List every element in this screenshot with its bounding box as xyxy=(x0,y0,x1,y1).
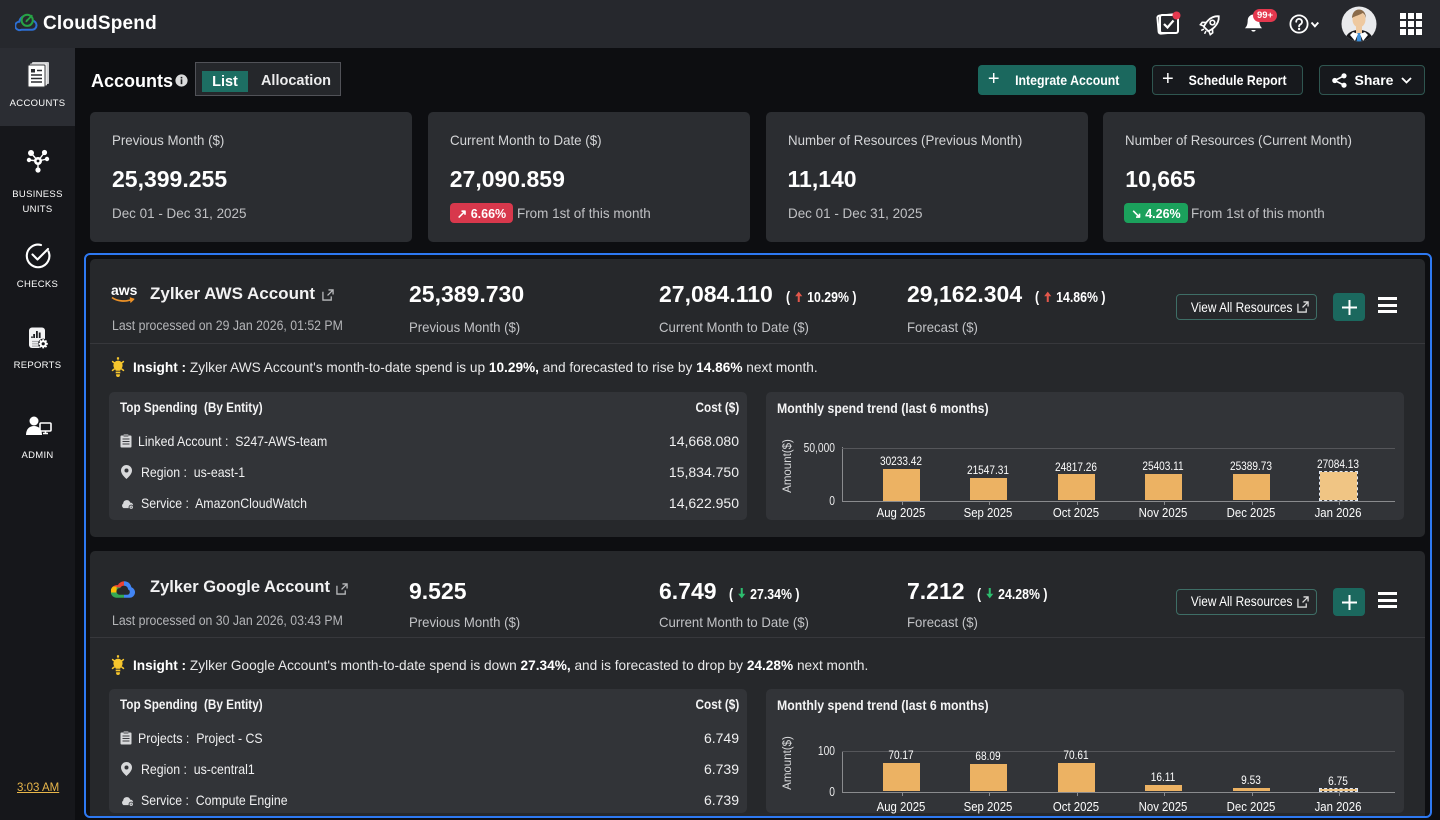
svg-text:aws: aws xyxy=(111,283,138,298)
